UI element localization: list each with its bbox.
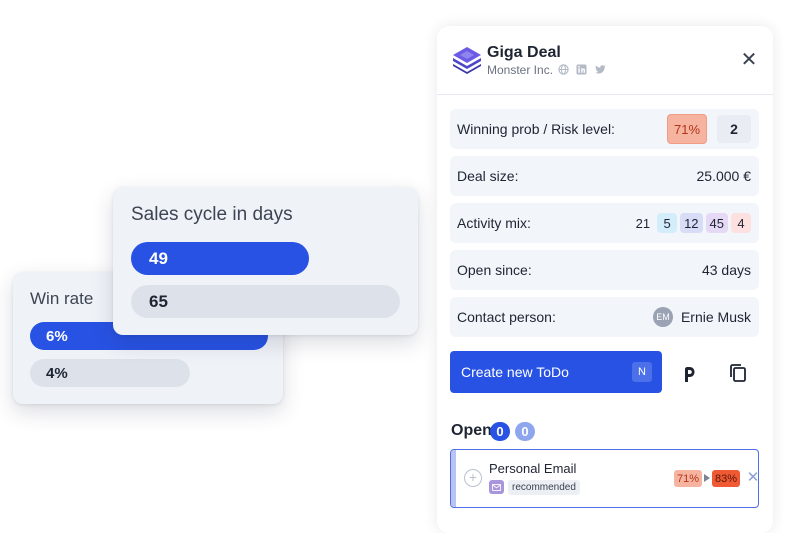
deal-size-label: Deal size:	[457, 168, 519, 184]
overdue-count-badge: 0	[515, 422, 535, 441]
arrow-right-icon	[704, 474, 710, 482]
create-todo-button[interactable]: Create new ToDo N	[450, 351, 662, 393]
recommended-tag: recommended	[508, 480, 580, 495]
globe-icon[interactable]	[558, 64, 569, 75]
winning-prob-label: Winning prob / Risk level:	[457, 121, 615, 137]
activity-count-tag: 45	[705, 213, 728, 233]
contact-person-label: Contact person:	[457, 309, 556, 325]
task-card[interactable]: + Personal Email recommended 71% 83% ✕	[450, 449, 759, 508]
copy-icon[interactable]	[725, 360, 751, 386]
create-todo-label: Create new ToDo	[461, 364, 569, 380]
sales-cycle-bar-average: 65	[131, 285, 400, 318]
sales-cycle-bar-current: 49	[131, 242, 309, 275]
activity-count-tag: 21	[635, 215, 651, 231]
open-section-title: Open	[451, 422, 492, 439]
mail-icon	[489, 480, 504, 494]
sales-cycle-value-average: 65	[149, 291, 168, 311]
linkedin-icon[interactable]	[576, 64, 587, 75]
activity-count-tag: 12	[680, 213, 703, 233]
deal-logo-icon	[453, 47, 481, 74]
task-title: Personal Email	[489, 461, 577, 476]
win-rate-value-average: 4%	[46, 364, 68, 382]
winning-prob-badge: 71%	[667, 114, 707, 144]
activity-count-tag: 5	[657, 213, 678, 233]
deal-company: Monster Inc.	[487, 63, 554, 77]
deal-size-value: 25.000 €	[696, 168, 752, 184]
activity-count-tag: 4	[731, 213, 751, 233]
win-rate-title: Win rate	[30, 289, 94, 308]
sales-cycle-card: Sales cycle in days 49 65	[113, 187, 418, 335]
open-count-badge: 0	[490, 422, 510, 441]
deal-panel: Giga Deal Monster Inc. ✕ Winning prob / …	[437, 26, 773, 533]
contact-person-value[interactable]: EM Ernie Musk	[652, 307, 751, 327]
probability-after-badge: 83%	[712, 470, 740, 487]
twitter-icon[interactable]	[595, 64, 606, 75]
risk-level-badge: 2	[717, 115, 751, 143]
pipedrive-icon[interactable]	[677, 360, 703, 386]
contact-person-name: Ernie Musk	[680, 309, 751, 325]
contact-person-row: Contact person: EM Ernie Musk	[450, 297, 759, 337]
open-since-row: Open since: 43 days	[450, 250, 759, 290]
dismiss-task-icon[interactable]: ✕	[746, 469, 758, 487]
open-since-label: Open since:	[457, 262, 532, 278]
activity-mix-row: Activity mix: 21 5 12 45 4	[450, 203, 759, 243]
shortcut-key-badge: N	[632, 362, 652, 382]
probability-before-badge: 71%	[674, 470, 702, 487]
winning-prob-row: Winning prob / Risk level: 71% 2	[450, 109, 759, 149]
sales-cycle-value-current: 49	[149, 248, 168, 268]
task-accent-bar	[451, 450, 456, 507]
winning-prob-values: 71% 2	[667, 114, 751, 144]
add-task-icon[interactable]: +	[464, 469, 482, 487]
activity-mix-values: 21 5 12 45 4	[632, 213, 751, 233]
avatar: EM	[652, 307, 673, 327]
open-since-value: 43 days	[701, 262, 751, 278]
activity-mix-label: Activity mix:	[457, 215, 531, 231]
sales-cycle-title: Sales cycle in days	[131, 204, 293, 225]
win-rate-value-current: 6%	[46, 327, 68, 345]
win-rate-bar-average: 4%	[30, 359, 190, 387]
deal-title: Giga Deal	[487, 44, 561, 61]
header-divider	[437, 94, 773, 95]
close-icon[interactable]: ✕	[739, 50, 759, 70]
deal-size-row: Deal size: 25.000 €	[450, 156, 759, 196]
